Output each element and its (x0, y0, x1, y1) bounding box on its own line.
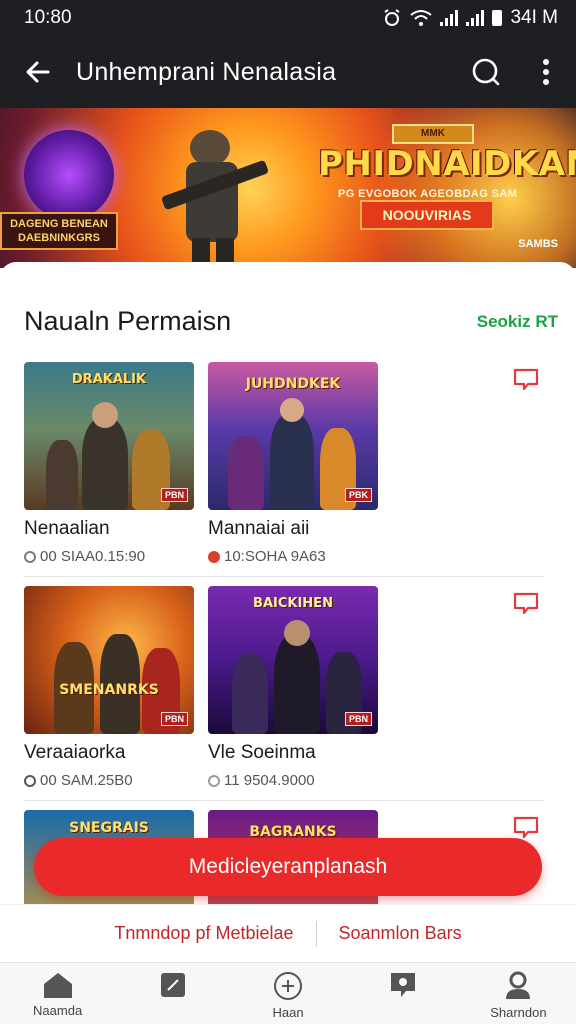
footer-link-secondary[interactable]: Soanmlon Bars (317, 923, 484, 944)
section-title: Naualn Permaisn (24, 306, 232, 336)
game-badge: PBN (160, 488, 188, 502)
wifi-icon (410, 10, 433, 26)
clock-icon (208, 774, 220, 787)
game-thumbnail: BAICKIHEN PBN (208, 586, 378, 734)
app-bar: Unhemprani Nenalasia (0, 36, 576, 108)
profile-icon (506, 971, 531, 999)
section-see-all-link[interactable]: Seokiz RT (477, 312, 558, 332)
footer-links: Tnmndop pf Metbielae Soanmlon Bars (0, 904, 576, 962)
game-badge: PBK (344, 488, 372, 502)
game-meta: 10:SOHA 9A63 (208, 548, 326, 565)
battery-text: 34I M (510, 7, 558, 28)
nav-item-label: Sharndon (490, 1005, 547, 1020)
primary-action-button[interactable]: Medicleyeranplanash (34, 838, 542, 896)
clock-icon (24, 550, 36, 563)
nav-item-add[interactable]: Haan (230, 963, 345, 1024)
favorite-icon[interactable] (512, 366, 540, 394)
search-button[interactable] (456, 36, 516, 108)
banner-subtitle: PG EVGOBOK AGEOBDAG SAM (338, 188, 518, 200)
divider (24, 576, 544, 577)
nav-item-label: Haan (272, 1005, 304, 1020)
game-meta: 11 9504.9000 (208, 772, 315, 789)
banner-left-label: DAGENG BENEAN DAEBNINKGRS (0, 212, 118, 250)
game-name: Nenaalian (24, 518, 110, 539)
game-thumbnail-title: DRAKALIK (71, 372, 147, 387)
game-thumbnail-title: JUHDNDKEK (245, 376, 341, 392)
home-icon (43, 973, 72, 998)
status-bar: 10:80 34I M (0, 0, 576, 36)
banner-cta-button[interactable]: NOOUVIRIAS (360, 200, 494, 230)
more-vertical-icon (543, 59, 549, 85)
nav-item-label: Naamda (33, 1003, 83, 1018)
game-name: Mannaiai aii (208, 518, 310, 539)
footer-link-terms[interactable]: Tnmndop pf Metbielae (92, 923, 315, 944)
signal-icon (440, 10, 459, 26)
game-thumbnail-title: BAICKIHEN (253, 596, 333, 611)
nav-item-library[interactable] (115, 963, 230, 1024)
banner-badge: MMK (392, 124, 474, 144)
game-thumbnail-title: SMENANRKS (59, 682, 159, 698)
game-badge: PBN (344, 712, 372, 726)
search-icon (472, 58, 500, 86)
game-thumbnail: SMENANRKS PBN (24, 586, 194, 734)
clock-icon (24, 774, 36, 787)
tablet-icon (160, 973, 185, 997)
bottom-nav: Naamda Haan Sharndon (0, 962, 576, 1024)
alarm-icon (384, 9, 401, 26)
promo-banner[interactable]: MMK PHIDNAIDKAN PG EVGOBOK AGEOBDAG SAM … (0, 108, 576, 268)
favorite-icon[interactable] (512, 590, 540, 618)
add-circle-icon (274, 972, 302, 1000)
back-button[interactable] (0, 36, 76, 108)
game-thumbnail: JUHDNDKEK PBK (208, 362, 378, 510)
game-name: Veraaiaorka (24, 742, 126, 763)
nav-item-messages[interactable] (346, 963, 461, 1024)
nav-item-home[interactable]: Naamda (0, 963, 115, 1024)
arrow-left-icon (26, 61, 50, 83)
nav-item-profile[interactable]: Sharndon (461, 963, 576, 1024)
banner-hero-image (162, 130, 268, 268)
signal-icon-2 (466, 10, 485, 26)
game-thumbnail-title: SNEGRAIS (69, 820, 149, 836)
status-time: 10:80 (24, 7, 72, 28)
game-thumbnail: DRAKALIK PBN (24, 362, 194, 510)
battery-icon (492, 10, 503, 26)
banner-title: PHIDNAIDKAN (318, 144, 576, 184)
divider (24, 800, 544, 801)
status-icons: 34I M (382, 7, 558, 29)
page-title: Unhemprani Nenalasia (76, 57, 337, 86)
banner-emblem (24, 130, 114, 220)
game-badge: PBN (160, 712, 188, 726)
more-options-button[interactable] (516, 36, 576, 108)
game-meta: 00 SAM.25B0 (24, 772, 133, 789)
game-name: Vle Soeinma (208, 742, 316, 763)
banner-corner-label: SAMBS (518, 238, 558, 250)
flame-icon (208, 550, 220, 563)
chat-icon (391, 973, 416, 997)
game-meta: 00 SIAA0.15:90 (24, 548, 145, 565)
